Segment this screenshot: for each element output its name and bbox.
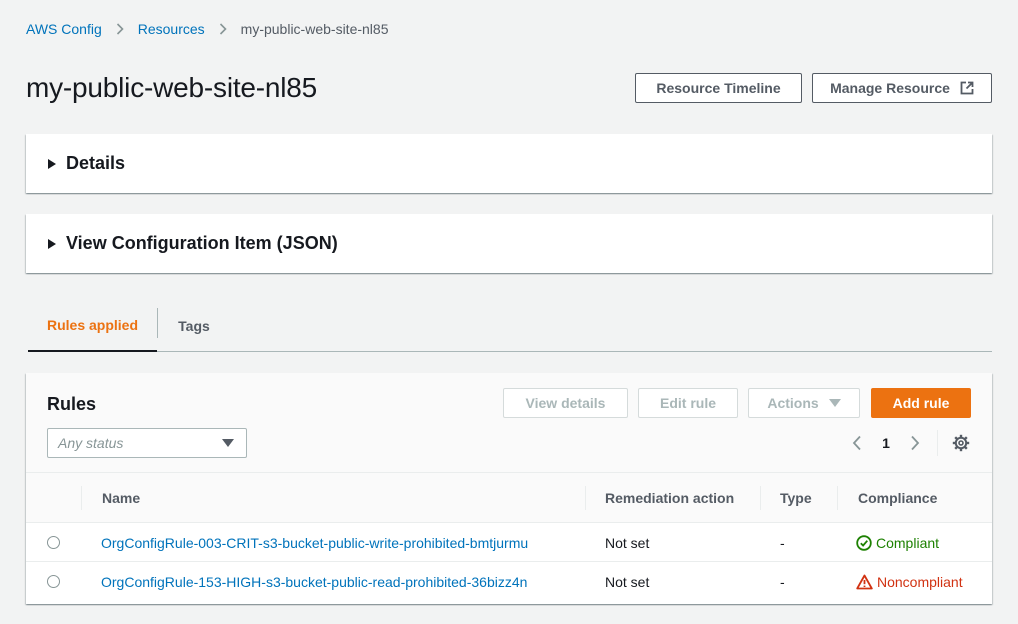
compliance-label: Compliant	[876, 534, 940, 551]
chevron-right-icon	[219, 23, 227, 35]
view-details-label: View details	[525, 395, 606, 411]
actions-label: Actions	[767, 395, 819, 411]
breadcrumb-aws-config[interactable]: AWS Config	[26, 21, 102, 37]
details-expander[interactable]: Details	[26, 134, 992, 193]
row-select-radio[interactable]	[47, 536, 60, 549]
type-value: -	[780, 573, 785, 590]
remediation-value: Not set	[605, 534, 650, 551]
manage-resource-label: Manage Resource	[830, 80, 950, 96]
resource-timeline-label: Resource Timeline	[656, 80, 781, 96]
rule-name-link[interactable]: OrgConfigRule-003-CRIT-s3-bucket-public-…	[101, 535, 528, 551]
status-filter-select[interactable]: Any status	[47, 428, 247, 458]
tab-tags[interactable]: Tags	[158, 300, 230, 352]
rules-panel: Rules View details Edit rule Actions Add…	[26, 373, 992, 604]
compliance-label: Noncompliant	[877, 573, 963, 590]
type-value: -	[780, 534, 785, 551]
view-details-button[interactable]: View details	[503, 388, 628, 418]
compliance-status: Compliant	[856, 523, 939, 562]
breadcrumb: AWS Config Resources my-public-web-site-…	[26, 20, 388, 38]
configuration-item-json-heading: View Configuration Item (JSON)	[66, 233, 338, 253]
warning-triangle-icon	[856, 574, 873, 590]
resource-timeline-button[interactable]: Resource Timeline	[635, 73, 802, 103]
pagination: 1	[846, 432, 926, 454]
manage-resource-button[interactable]: Manage Resource	[812, 73, 992, 103]
breadcrumb-resources[interactable]: Resources	[138, 21, 205, 37]
details-heading: Details	[66, 153, 126, 173]
compliance-status: Noncompliant	[856, 562, 963, 601]
table-row[interactable]: OrgConfigRule-003-CRIT-s3-bucket-public-…	[26, 523, 992, 562]
table-row[interactable]: OrgConfigRule-153-HIGH-s3-bucket-public-…	[26, 562, 992, 601]
configuration-item-json-expander[interactable]: View Configuration Item (JSON)	[26, 214, 992, 273]
column-divider	[585, 486, 586, 510]
gear-icon[interactable]	[950, 432, 972, 454]
page-number[interactable]: 1	[868, 435, 904, 451]
pagination-divider	[937, 430, 938, 456]
edit-rule-button[interactable]: Edit rule	[638, 388, 738, 418]
column-header-name[interactable]: Name	[102, 473, 140, 523]
status-filter-value: Any status	[58, 435, 124, 451]
caret-down-icon	[828, 399, 841, 407]
edit-rule-label: Edit rule	[659, 395, 716, 411]
actions-dropdown-button[interactable]: Actions	[748, 388, 860, 418]
column-divider	[837, 486, 838, 510]
rule-name-link[interactable]: OrgConfigRule-153-HIGH-s3-bucket-public-…	[101, 574, 527, 590]
rules-panel-header: Rules View details Edit rule Actions Add…	[26, 373, 992, 473]
next-page-icon[interactable]	[904, 432, 926, 454]
row-select-radio[interactable]	[47, 575, 60, 588]
page-title: my-public-web-site-nl85	[26, 72, 318, 103]
tab-rules-applied[interactable]: Rules applied	[28, 300, 157, 352]
chevron-right-icon	[116, 23, 124, 35]
tab-bar: Rules applied Tags	[28, 300, 992, 352]
column-header-type[interactable]: Type	[780, 473, 812, 523]
external-link-icon	[960, 81, 974, 95]
caret-right-icon	[48, 238, 56, 249]
breadcrumb-current: my-public-web-site-nl85	[240, 21, 389, 37]
caret-down-icon	[222, 439, 234, 447]
remediation-value: Not set	[605, 573, 650, 590]
column-divider	[81, 486, 82, 510]
add-rule-button[interactable]: Add rule	[871, 388, 971, 418]
check-circle-icon	[856, 534, 872, 551]
rules-panel-title: Rules	[47, 394, 97, 414]
column-header-remediation[interactable]: Remediation action	[605, 473, 734, 523]
caret-right-icon	[48, 158, 56, 169]
add-rule-label: Add rule	[892, 395, 950, 411]
table-header: Name Remediation action Type Compliance	[26, 473, 992, 523]
column-divider	[760, 486, 761, 510]
column-header-compliance[interactable]: Compliance	[858, 473, 937, 523]
previous-page-icon[interactable]	[846, 432, 868, 454]
